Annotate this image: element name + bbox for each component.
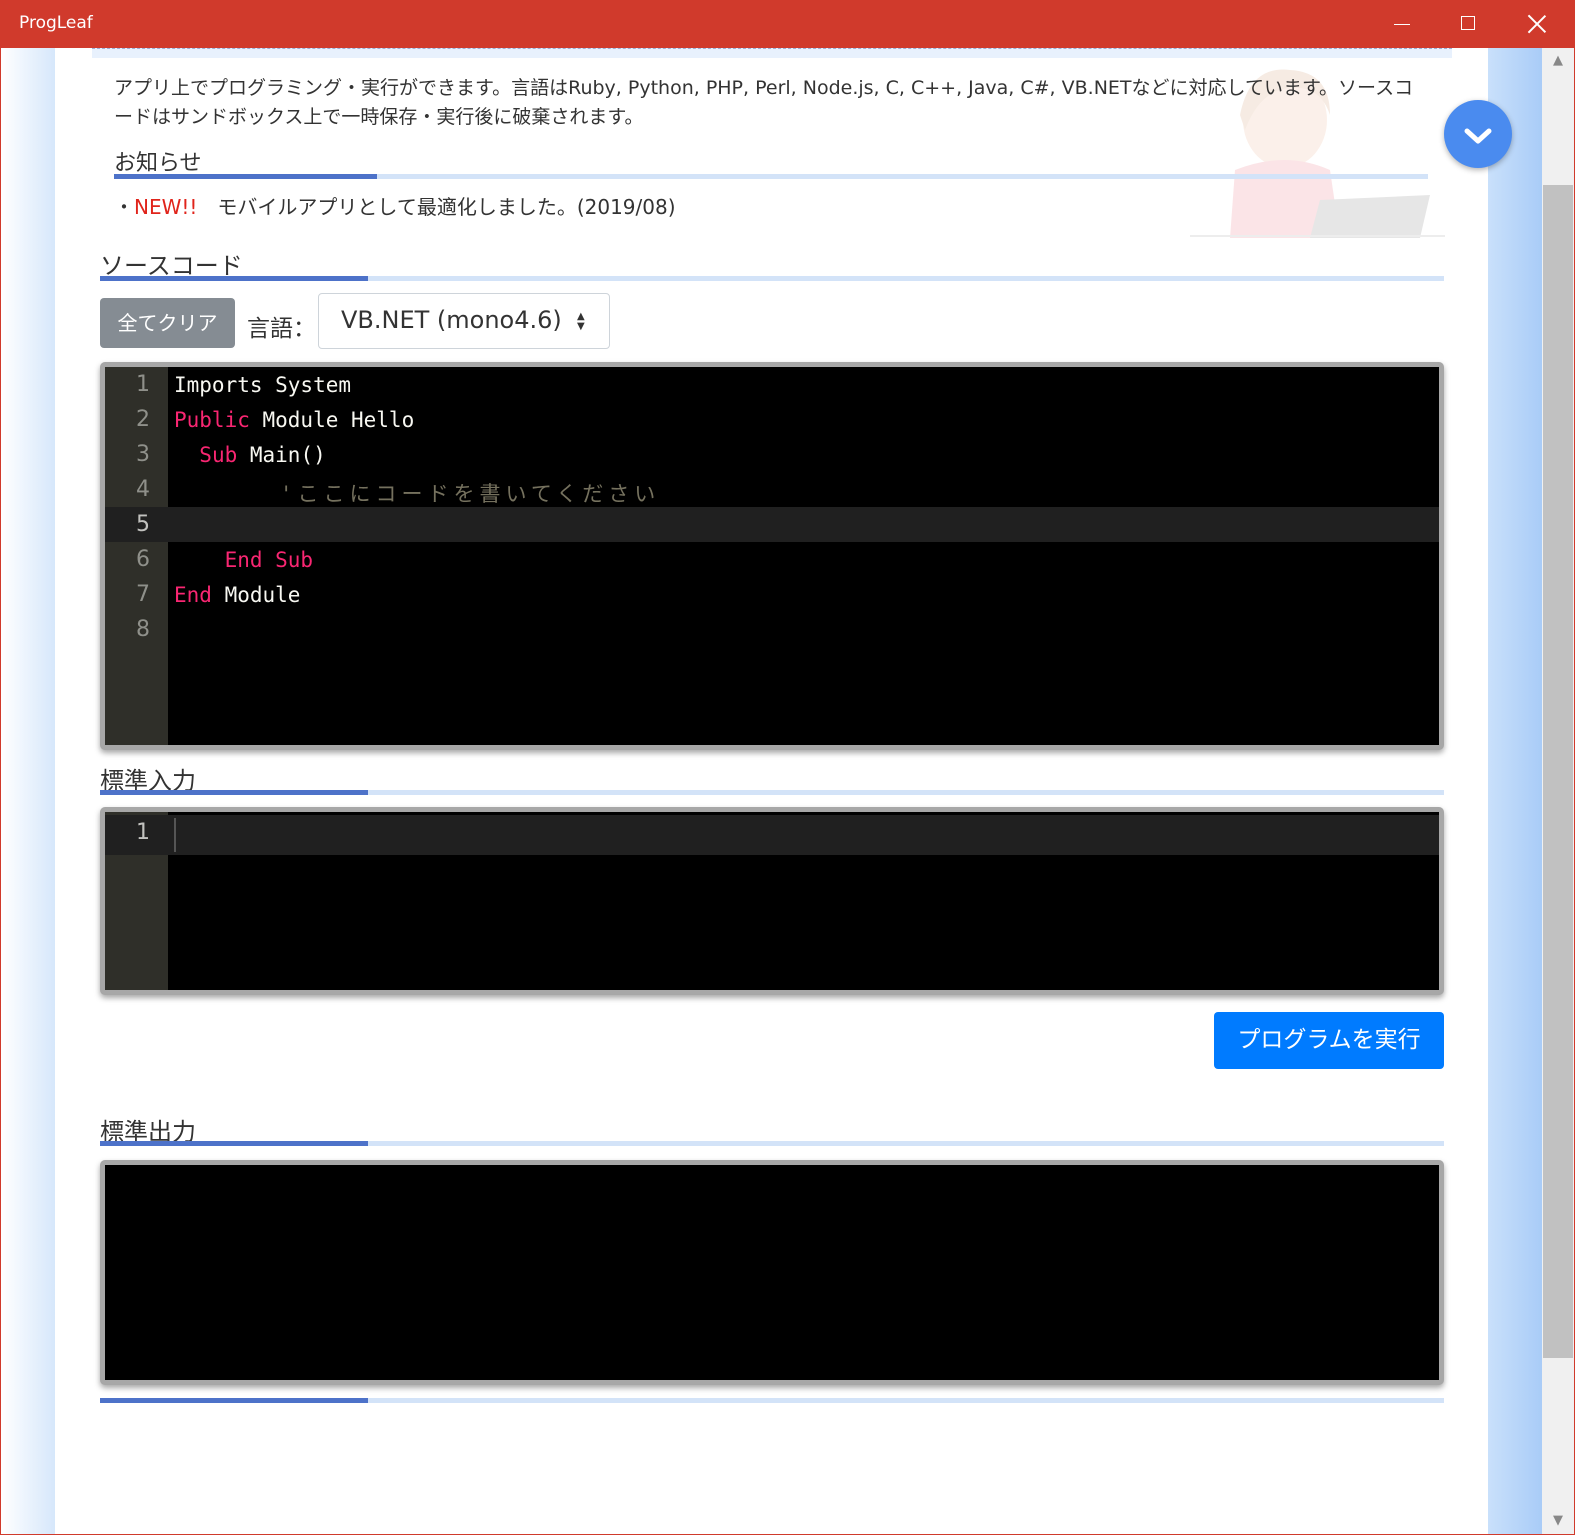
minimize-button[interactable] bbox=[1370, 0, 1436, 48]
code-token: Module bbox=[211, 583, 301, 607]
code-text: Public Module Hello bbox=[174, 408, 414, 432]
scroll-thumb[interactable] bbox=[1543, 185, 1573, 1358]
code-token: Imports System bbox=[174, 373, 352, 397]
line-number: 1 bbox=[136, 372, 150, 397]
news-heading-rule bbox=[114, 174, 1428, 179]
language-select-value: VB.NET (mono4.6) bbox=[341, 306, 562, 334]
close-icon bbox=[1527, 14, 1547, 34]
stdin-heading-rule-accent bbox=[100, 790, 368, 795]
maximize-button[interactable] bbox=[1436, 0, 1502, 48]
code-token: Module Hello bbox=[249, 408, 415, 432]
stdout-panel bbox=[100, 1160, 1444, 1385]
chevron-down-icon bbox=[1464, 128, 1492, 144]
line-number: 2 bbox=[136, 407, 150, 432]
news-heading: お知らせ bbox=[114, 151, 202, 176]
stdin-line[interactable]: 1 bbox=[105, 815, 1439, 855]
title-bar: ProgLeaf bbox=[0, 0, 1575, 48]
news-item: ・NEW!! モバイルアプリとして最適化しました。(2019/08) bbox=[114, 191, 676, 220]
vertical-scrollbar[interactable]: ▲ ▼ bbox=[1542, 48, 1574, 1534]
code-token: Main() bbox=[237, 443, 326, 467]
stdin-heading-rule bbox=[100, 790, 1444, 795]
code-comment: 'ここにコードを書いてください bbox=[174, 482, 661, 506]
code-text: 'ここにコードを書いてください bbox=[174, 478, 660, 508]
code-text: Sub Main() bbox=[174, 443, 326, 467]
code-line[interactable]: 2 Public Module Hello bbox=[105, 402, 1439, 437]
text-cursor bbox=[174, 818, 176, 852]
scroll-down-arrow-icon[interactable]: ▼ bbox=[1542, 1508, 1574, 1534]
code-line[interactable]: 8 bbox=[105, 612, 1439, 647]
line-number: 6 bbox=[136, 547, 150, 572]
news-heading-rule-accent bbox=[114, 174, 377, 179]
scroll-up-arrow-icon[interactable]: ▲ bbox=[1542, 48, 1574, 74]
close-button[interactable] bbox=[1504, 0, 1570, 48]
code-text: End Sub bbox=[174, 548, 314, 572]
code-keyword: Public bbox=[174, 408, 250, 432]
news-bullet: ・ bbox=[114, 195, 134, 219]
code-line[interactable]: 3 Sub Main() bbox=[105, 437, 1439, 472]
footer-rule bbox=[100, 1398, 1444, 1403]
line-number: 7 bbox=[136, 582, 150, 607]
maximize-icon bbox=[1461, 16, 1475, 30]
line-number: 5 bbox=[136, 512, 150, 537]
line-number: 8 bbox=[136, 617, 150, 642]
intro-text: アプリ上でプログラミング・実行ができます。言語はRuby, Python, PH… bbox=[114, 77, 1414, 128]
page-background-right bbox=[1488, 48, 1542, 1534]
source-code-heading-rule bbox=[100, 276, 1444, 281]
language-label: 言語： bbox=[247, 316, 316, 342]
line-number: 1 bbox=[136, 820, 150, 845]
run-program-button[interactable]: プログラムを実行 bbox=[1214, 1012, 1444, 1069]
source-code-heading-rule-accent bbox=[100, 276, 368, 281]
stdin-editor[interactable]: 1 bbox=[100, 807, 1444, 995]
code-keyword: End Sub bbox=[224, 548, 314, 572]
news-item-text: モバイルアプリとして最適化しました。(2019/08) bbox=[197, 195, 676, 219]
code-keyword: End bbox=[174, 583, 212, 607]
code-text: Imports System bbox=[174, 373, 351, 397]
scroll-down-button[interactable] bbox=[1444, 100, 1512, 168]
code-line[interactable]: 5 bbox=[105, 507, 1439, 542]
code-line[interactable]: 6 End Sub bbox=[105, 542, 1439, 577]
page-background-left bbox=[1, 48, 55, 1534]
header-divider bbox=[92, 48, 1452, 58]
new-badge: NEW!! bbox=[134, 195, 198, 219]
window-title: ProgLeaf bbox=[19, 13, 93, 33]
language-select[interactable]: VB.NET (mono4.6) ▲ ▼ bbox=[318, 293, 610, 349]
select-arrows-icon: ▲ ▼ bbox=[577, 311, 585, 332]
line-number: 3 bbox=[136, 442, 150, 467]
line-number: 4 bbox=[136, 477, 150, 502]
code-keyword: Sub bbox=[199, 443, 238, 467]
minimize-icon bbox=[1394, 24, 1410, 25]
code-line[interactable]: 4 'ここにコードを書いてください bbox=[105, 472, 1439, 507]
code-text: End Module bbox=[174, 583, 300, 607]
stdout-heading-rule-accent bbox=[100, 1141, 368, 1146]
clear-all-button[interactable]: 全てクリア bbox=[100, 298, 235, 348]
code-line[interactable]: 1 Imports System bbox=[105, 367, 1439, 402]
stdout-heading-rule bbox=[100, 1141, 1444, 1146]
code-line[interactable]: 7 End Module bbox=[105, 577, 1439, 612]
footer-rule-accent bbox=[100, 1398, 368, 1403]
source-code-editor[interactable]: 1 Imports System 2 Public Module Hello 3 Sub… bbox=[100, 362, 1444, 750]
